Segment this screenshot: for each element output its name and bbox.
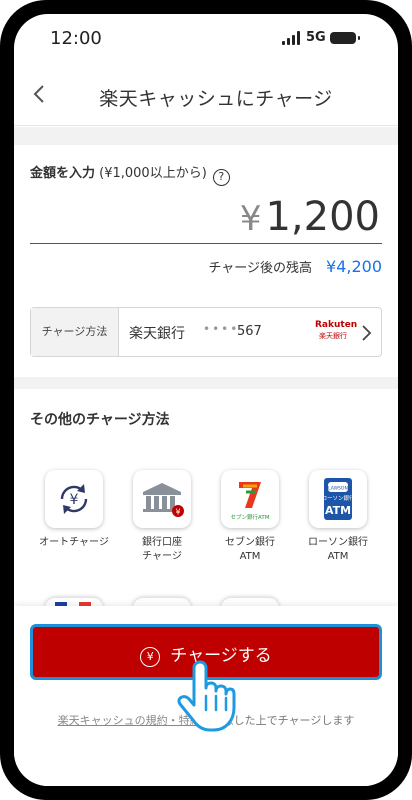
rakuten-bank-logo: Rakuten 楽天銀行: [315, 319, 358, 347]
lawson-logo-atm: ATM: [325, 504, 351, 517]
seven-bank-icon: セブン銀行ATM: [221, 470, 279, 528]
account-suffix: 567: [237, 324, 262, 339]
battery-icon: [330, 32, 360, 44]
amount-label: 金額を入力 (¥1,000以上から)?: [30, 162, 230, 186]
masked-account: ••••: [203, 322, 240, 336]
rakuten-logo-text: Rakuten: [315, 320, 358, 330]
balance-value: ¥4,200: [326, 257, 382, 276]
charge-method-selector[interactable]: チャージ方法 楽天銀行 •••• 567 Rakuten 楽天銀行: [30, 307, 382, 357]
app-header: 楽天キャッシュにチャージ: [14, 66, 398, 126]
signal-icon: [282, 31, 302, 45]
currency-symbol: ¥: [239, 199, 262, 239]
lawson-logo-mid: ローソン銀行: [321, 494, 355, 502]
lawson-bank-tile[interactable]: LAWSON ローソン銀行 ATM ローソン銀行 ATM: [294, 470, 382, 564]
seven-bank-tile[interactable]: セブン銀行ATM セブン銀行 ATM: [206, 470, 294, 564]
bank-account-tile[interactable]: ¥ 銀行口座 チャージ: [118, 470, 206, 564]
charge-method-label: チャージ方法: [31, 308, 119, 356]
network-label: 5G: [306, 30, 326, 45]
tile-label: セブン銀行 ATM: [225, 537, 275, 562]
section-divider: [14, 127, 398, 145]
page-title: 楽天キャッシュにチャージ: [99, 88, 333, 110]
lawson-bank-icon: LAWSON ローソン銀行 ATM: [309, 470, 367, 528]
amount-number: 1,200: [265, 194, 380, 240]
balance-label: チャージ後の残高: [208, 261, 313, 276]
hand-pointer-icon: [177, 660, 236, 732]
bank-account-icon: ¥: [133, 470, 191, 528]
balance-after-charge: チャージ後の残高 ¥4,200: [208, 257, 382, 276]
yen-coin-icon: ¥: [140, 647, 161, 667]
auto-charge-tile[interactable]: ¥ オートチャージ: [30, 470, 118, 550]
auto-charge-icon: ¥: [45, 470, 103, 528]
tile-label: オートチャージ: [39, 537, 109, 548]
amount-label-main: 金額を入力: [30, 166, 96, 181]
other-methods-title: その他のチャージ方法: [30, 412, 170, 428]
method-bank-name: 楽天銀行: [129, 326, 185, 342]
amount-label-note: (¥1,000以上から): [95, 166, 207, 181]
tile-label: 銀行口座 チャージ: [142, 537, 182, 562]
chevron-right-icon: [362, 325, 372, 341]
svg-text:¥: ¥: [70, 492, 79, 508]
status-bar: 12:00 5G: [14, 14, 398, 66]
help-icon[interactable]: ?: [212, 169, 230, 186]
amount-value: ¥1,200: [240, 194, 380, 240]
section-divider: [14, 377, 398, 389]
amount-input[interactable]: ¥1,200: [30, 194, 382, 244]
lawson-logo-top: LAWSON: [328, 486, 348, 492]
svg-text:¥: ¥: [175, 508, 180, 517]
status-time: 12:00: [50, 28, 102, 49]
tile-label: ローソン銀行 ATM: [308, 537, 368, 562]
seven-logo-text: セブン銀行ATM: [231, 513, 270, 521]
rakuten-logo-sub: 楽天銀行: [319, 332, 347, 340]
